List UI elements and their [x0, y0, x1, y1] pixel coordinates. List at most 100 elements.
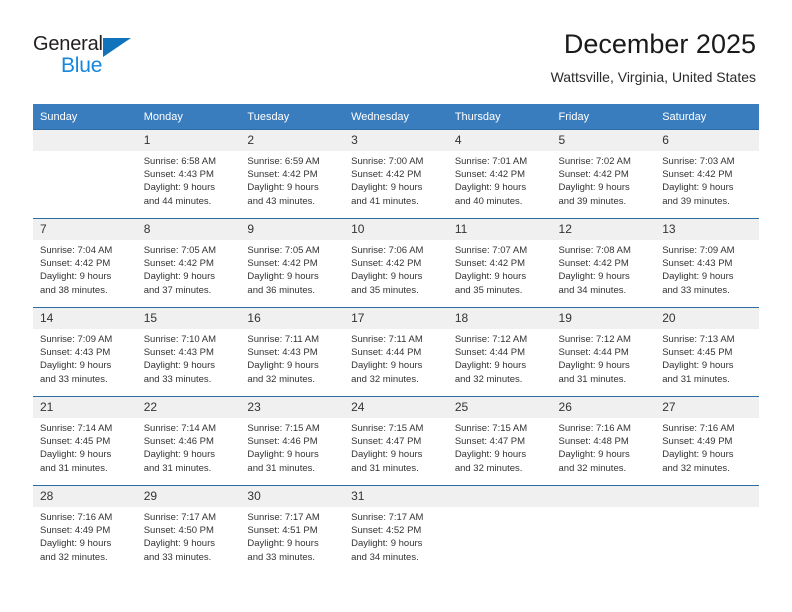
calendar-day-cell[interactable]: 20 Sunrise: 7:13 AM Sunset: 4:45 PM Dayligh… — [655, 307, 759, 397]
day-details: Sunrise: 7:15 AM Sunset: 4:47 PM Daylight:… — [448, 418, 552, 475]
calendar-day-cell[interactable]: 7 Sunrise: 7:04 AM Sunset: 4:42 PM Daylight… — [33, 218, 137, 308]
sunset-text: Sunset: 4:42 PM — [247, 169, 318, 181]
calendar-day-cell[interactable]: 10 Sunrise: 7:06 AM Sunset: 4:42 PM Dayligh… — [344, 218, 448, 308]
day-number — [551, 486, 656, 507]
weekday-header-wednesday: Wednesday — [344, 104, 448, 130]
calendar-day-cell[interactable]: 2 Sunrise: 6:59 AM Sunset: 4:42 PM Daylight… — [240, 129, 345, 219]
sunset-text: Sunset: 4:44 PM — [351, 347, 422, 359]
sunrise-text: Sunrise: 7:09 AM — [40, 334, 113, 345]
calendar-day-cell[interactable]: 11 Sunrise: 7:07 AM Sunset: 4:42 PM Dayligh… — [447, 218, 552, 308]
calendar-day-cell[interactable]: 31 Sunrise: 7:17 AM Sunset: 4:52 PM Dayligh… — [344, 485, 448, 574]
day-number: 3 — [344, 130, 448, 151]
calendar-day-cell[interactable]: 24 Sunrise: 7:15 AM Sunset: 4:47 PM Dayligh… — [344, 396, 448, 486]
daylight-text-line1: Daylight: 9 hours — [143, 449, 215, 461]
general-blue-logo[interactable]: General Blue — [33, 33, 163, 81]
sunrise-text: Sunrise: 7:00 AM — [351, 156, 424, 167]
calendar-day-cell[interactable]: 19 Sunrise: 7:12 AM Sunset: 4:44 PM Dayligh… — [551, 307, 656, 397]
sunset-text: Sunset: 4:42 PM — [247, 258, 318, 270]
logo-triangle-icon — [103, 38, 131, 57]
sunrise-text: Sunrise: 7:15 AM — [351, 423, 424, 434]
daylight-text-line1: Daylight: 9 hours — [247, 271, 319, 283]
daylight-text-line1: Daylight: 9 hours — [143, 271, 215, 283]
calendar-day-cell[interactable]: 3 Sunrise: 7:00 AM Sunset: 4:42 PM Daylight… — [344, 129, 448, 219]
sunset-text: Sunset: 4:43 PM — [143, 169, 214, 181]
sunset-text: Sunset: 4:47 PM — [454, 436, 526, 448]
sunset-text: Sunset: 4:42 PM — [662, 169, 733, 181]
daylight-text-line2: and 31 minutes. — [662, 373, 730, 385]
day-details — [448, 507, 552, 511]
calendar-day-cell[interactable]: 27 Sunrise: 7:16 AM Sunset: 4:49 PM Dayligh… — [655, 396, 759, 486]
daylight-text-line2: and 31 minutes. — [351, 462, 419, 474]
calendar-day-cell[interactable]: 29 Sunrise: 7:17 AM Sunset: 4:50 PM Dayligh… — [136, 485, 241, 574]
calendar-day-cell[interactable]: 8 Sunrise: 7:05 AM Sunset: 4:42 PM Daylight… — [136, 218, 241, 308]
weekday-header-thursday: Thursday — [447, 104, 552, 130]
weekday-header-saturday: Saturday — [655, 104, 759, 130]
sunset-text: Sunset: 4:43 PM — [247, 347, 318, 359]
daylight-text-line1: Daylight: 9 hours — [351, 449, 423, 461]
daylight-text-line2: and 33 minutes. — [247, 551, 316, 563]
calendar-day-cell[interactable]: 23 Sunrise: 7:15 AM Sunset: 4:46 PM Dayligh… — [240, 396, 345, 486]
calendar-day-cell[interactable]: 26 Sunrise: 7:16 AM Sunset: 4:48 PM Dayligh… — [551, 396, 656, 486]
calendar-day-cell[interactable]: 16 Sunrise: 7:11 AM Sunset: 4:43 PM Dayligh… — [240, 307, 345, 397]
day-number: 6 — [655, 130, 759, 151]
weekday-header-row: Sunday Monday Tuesday Wednesday Thursday… — [33, 104, 759, 130]
daylight-text-line1: Daylight: 9 hours — [40, 271, 112, 283]
sunset-text: Sunset: 4:42 PM — [454, 258, 526, 270]
day-number: 24 — [344, 397, 448, 418]
calendar-day-cell[interactable]: 5 Sunrise: 7:02 AM Sunset: 4:42 PM Daylight… — [551, 129, 656, 219]
calendar-day-cell[interactable]: 15 Sunrise: 7:10 AM Sunset: 4:43 PM Dayligh… — [136, 307, 241, 397]
day-number: 26 — [551, 397, 656, 418]
calendar-day-cell[interactable]: 18 Sunrise: 7:12 AM Sunset: 4:44 PM Dayligh… — [447, 307, 552, 397]
daylight-text-line2: and 41 minutes. — [351, 195, 419, 207]
day-number: 11 — [447, 219, 552, 240]
calendar-day-cell[interactable]: 17 Sunrise: 7:11 AM Sunset: 4:44 PM Dayligh… — [344, 307, 448, 397]
day-details: Sunrise: 7:12 AM Sunset: 4:44 PM Daylight:… — [448, 329, 552, 386]
daylight-text-line1: Daylight: 9 hours — [558, 449, 630, 461]
calendar-day-cell-empty — [447, 485, 552, 574]
page-subtitle-location: Wattsville, Virginia, United States — [550, 69, 756, 85]
daylight-text-line2: and 40 minutes. — [454, 195, 523, 207]
day-number: 17 — [344, 308, 448, 329]
calendar-day-cell[interactable]: 12 Sunrise: 7:08 AM Sunset: 4:42 PM Dayligh… — [551, 218, 656, 308]
calendar-day-cell[interactable]: 30 Sunrise: 7:17 AM Sunset: 4:51 PM Dayligh… — [240, 485, 345, 574]
day-number: 18 — [447, 308, 552, 329]
calendar-day-cell[interactable]: 14 Sunrise: 7:09 AM Sunset: 4:43 PM Dayligh… — [33, 307, 137, 397]
daylight-text-line2: and 32 minutes. — [454, 462, 523, 474]
daylight-text-line1: Daylight: 9 hours — [558, 271, 630, 283]
daylight-text-line2: and 34 minutes. — [558, 284, 627, 296]
sunset-text: Sunset: 4:42 PM — [454, 169, 526, 181]
sunset-text: Sunset: 4:44 PM — [558, 347, 629, 359]
day-number: 8 — [136, 219, 241, 240]
sunrise-text: Sunrise: 7:15 AM — [247, 423, 320, 434]
calendar-day-cell[interactable]: 9 Sunrise: 7:05 AM Sunset: 4:42 PM Daylight… — [240, 218, 345, 308]
sunrise-text: Sunrise: 7:16 AM — [40, 512, 113, 523]
day-number: 28 — [33, 486, 137, 507]
calendar-day-cell[interactable]: 28 Sunrise: 7:16 AM Sunset: 4:49 PM Dayligh… — [33, 485, 137, 574]
day-details: Sunrise: 7:04 AM Sunset: 4:42 PM Daylight:… — [33, 240, 137, 297]
title-block: December 2025 Wattsville, Virginia, Unit… — [551, 28, 756, 87]
day-number: 22 — [136, 397, 241, 418]
calendar-day-cell[interactable]: 21 Sunrise: 7:14 AM Sunset: 4:45 PM Dayligh… — [33, 396, 137, 486]
calendar-week-row: 28 Sunrise: 7:16 AM Sunset: 4:49 PM Dayligh… — [33, 485, 759, 574]
calendar-day-cell[interactable]: 6 Sunrise: 7:03 AM Sunset: 4:42 PM Daylight… — [655, 129, 759, 219]
calendar-body: 1 Sunrise: 6:58 AM Sunset: 4:43 PM Daylight… — [33, 129, 759, 574]
sunset-text: Sunset: 4:48 PM — [558, 436, 629, 448]
daylight-text-line1: Daylight: 9 hours — [143, 538, 215, 550]
sunrise-text: Sunrise: 7:05 AM — [247, 245, 320, 256]
calendar-day-cell[interactable]: 1 Sunrise: 6:58 AM Sunset: 4:43 PM Daylight… — [136, 129, 241, 219]
daylight-text-line1: Daylight: 9 hours — [662, 182, 734, 194]
calendar-day-cell[interactable]: 25 Sunrise: 7:15 AM Sunset: 4:47 PM Dayligh… — [447, 396, 552, 486]
weekday-header-friday: Friday — [551, 104, 656, 130]
daylight-text-line2: and 32 minutes. — [558, 462, 627, 474]
weekday-header-sunday: Sunday — [33, 104, 137, 130]
calendar-day-cell[interactable]: 22 Sunrise: 7:14 AM Sunset: 4:46 PM Dayligh… — [136, 396, 241, 486]
day-number: 13 — [655, 219, 759, 240]
daylight-text-line2: and 31 minutes. — [247, 462, 316, 474]
daylight-text-line1: Daylight: 9 hours — [143, 360, 215, 372]
calendar-day-cell[interactable]: 4 Sunrise: 7:01 AM Sunset: 4:42 PM Daylight… — [447, 129, 552, 219]
calendar-day-cell[interactable]: 13 Sunrise: 7:09 AM Sunset: 4:43 PM Dayligh… — [655, 218, 759, 308]
logo-text-blue: Blue — [61, 54, 103, 77]
day-details: Sunrise: 7:15 AM Sunset: 4:47 PM Daylight:… — [344, 418, 448, 475]
calendar-day-cell-empty — [551, 485, 656, 574]
day-details: Sunrise: 7:17 AM Sunset: 4:50 PM Daylight:… — [137, 507, 241, 564]
